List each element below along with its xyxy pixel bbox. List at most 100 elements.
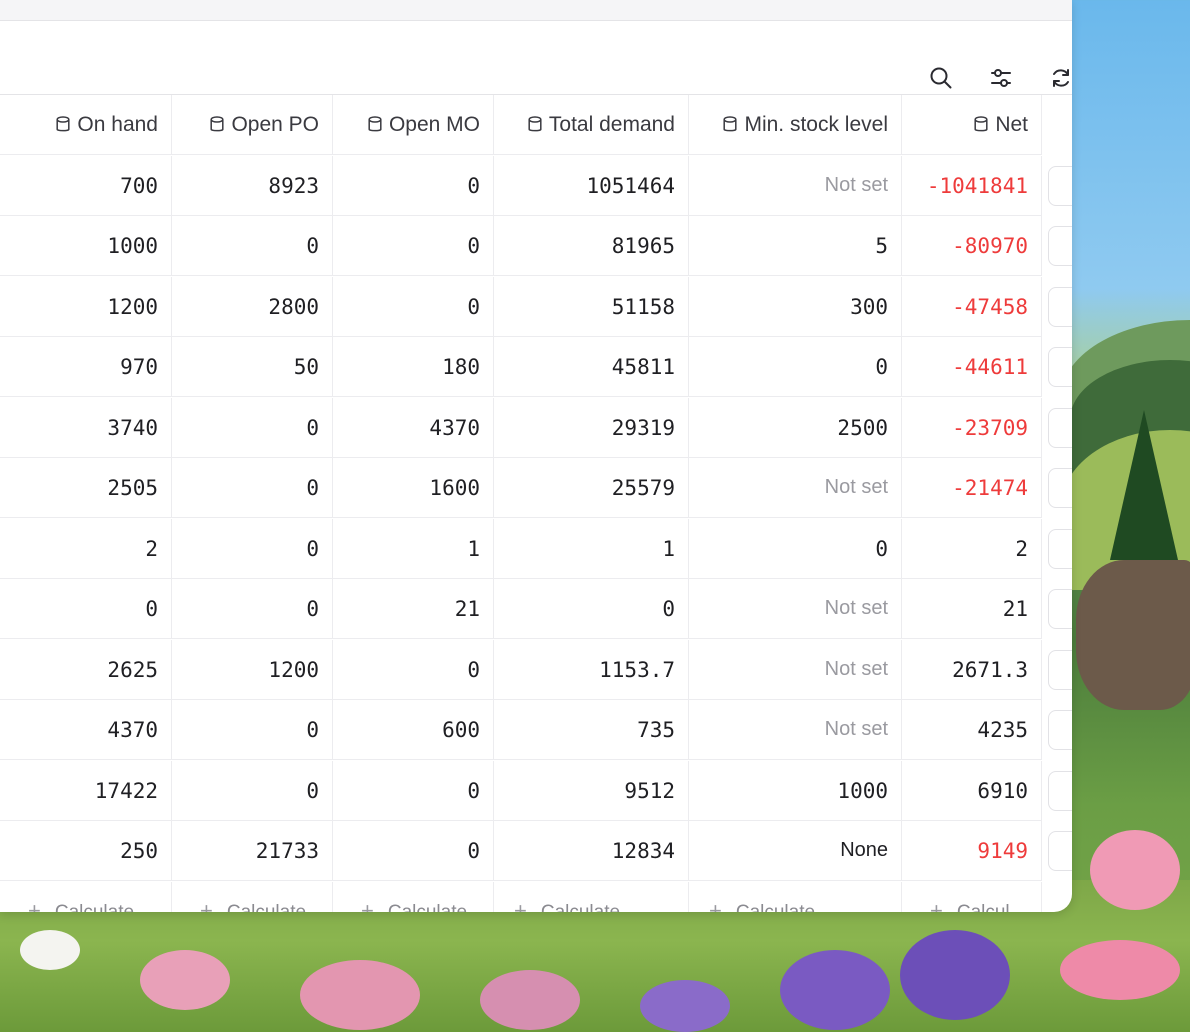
cell-min-stock[interactable]: 2500 <box>689 398 902 458</box>
cell-min-stock[interactable]: Not set <box>689 579 902 639</box>
row-action-cell[interactable] <box>1048 650 1072 690</box>
table-row[interactable]: 3740 0 4370 29319 2500 -23709 <box>0 398 1072 459</box>
cell-net[interactable]: -44611 <box>902 337 1042 397</box>
cell-open-po[interactable]: 0 <box>172 761 333 821</box>
cell-total-demand[interactable]: 51158 <box>494 277 689 337</box>
cell-open-po[interactable]: 21733 <box>172 821 333 881</box>
cell-net[interactable]: 4235 <box>902 700 1042 760</box>
table-row[interactable]: 700 8923 0 1051464 Not set -1041841 <box>0 156 1072 217</box>
cell-open-mo[interactable]: 0 <box>333 821 494 881</box>
row-action-cell[interactable] <box>1048 166 1072 206</box>
table-row[interactable]: 201102 <box>0 519 1072 580</box>
cell-net[interactable]: 6910 <box>902 761 1042 821</box>
cell-min-stock[interactable]: 1000 <box>689 761 902 821</box>
cell-on-hand[interactable]: 2625 <box>0 640 172 700</box>
cell-net[interactable]: 2671.3 <box>902 640 1042 700</box>
table-row[interactable]: 4370 0 600 735 Not set 4235 <box>0 700 1072 761</box>
cell-open-mo[interactable]: 21 <box>333 579 494 639</box>
cell-open-po[interactable]: 2800 <box>172 277 333 337</box>
cell-min-stock[interactable]: Not set <box>689 156 902 216</box>
cell-open-mo[interactable]: 0 <box>333 216 494 276</box>
cell-net[interactable]: -80970 <box>902 216 1042 276</box>
row-action-cell[interactable] <box>1048 771 1072 811</box>
cell-total-demand[interactable]: 1 <box>494 519 689 579</box>
table-row[interactable]: 0 0 21 0 Not set 21 <box>0 579 1072 640</box>
cell-on-hand[interactable]: 2505 <box>0 458 172 518</box>
cell-open-po[interactable]: 0 <box>172 519 333 579</box>
row-action-cell[interactable] <box>1048 589 1072 629</box>
calculate-button[interactable]: + Calculate <box>494 882 689 912</box>
cell-on-hand[interactable]: 1200 <box>0 277 172 337</box>
cell-open-mo[interactable]: 180 <box>333 337 494 397</box>
column-header-open-po[interactable]: Open PO <box>172 95 333 155</box>
table-row[interactable]: 2505 0 1600 25579 Not set -21474 <box>0 458 1072 519</box>
column-header-on-hand[interactable]: On hand <box>0 95 172 155</box>
cell-total-demand[interactable]: 12834 <box>494 821 689 881</box>
cell-on-hand[interactable]: 0 <box>0 579 172 639</box>
cell-total-demand[interactable]: 81965 <box>494 216 689 276</box>
cell-on-hand[interactable]: 4370 <box>0 700 172 760</box>
cell-on-hand[interactable]: 700 <box>0 156 172 216</box>
cell-total-demand[interactable]: 25579 <box>494 458 689 518</box>
calculate-button[interactable]: + Calculate <box>689 882 902 912</box>
cell-min-stock[interactable]: Not set <box>689 458 902 518</box>
cell-open-mo[interactable]: 4370 <box>333 398 494 458</box>
cell-net[interactable]: 21 <box>902 579 1042 639</box>
cell-open-mo[interactable]: 1600 <box>333 458 494 518</box>
cell-open-mo[interactable]: 600 <box>333 700 494 760</box>
calculate-button[interactable]: + Calculate <box>0 882 172 912</box>
cell-net[interactable]: -23709 <box>902 398 1042 458</box>
row-action-cell[interactable] <box>1048 529 1072 569</box>
row-action-cell[interactable] <box>1048 710 1072 750</box>
cell-min-stock[interactable]: Not set <box>689 640 902 700</box>
cell-total-demand[interactable]: 0 <box>494 579 689 639</box>
row-action-cell[interactable] <box>1048 408 1072 448</box>
cell-total-demand[interactable]: 9512 <box>494 761 689 821</box>
cell-total-demand[interactable]: 1051464 <box>494 156 689 216</box>
cell-open-po[interactable]: 1200 <box>172 640 333 700</box>
cell-net[interactable]: -1041841 <box>902 156 1042 216</box>
cell-open-po[interactable]: 0 <box>172 398 333 458</box>
cell-open-mo[interactable]: 0 <box>333 156 494 216</box>
cell-min-stock[interactable]: 0 <box>689 337 902 397</box>
cell-total-demand[interactable]: 735 <box>494 700 689 760</box>
cell-total-demand[interactable]: 1153.7 <box>494 640 689 700</box>
cell-open-po[interactable]: 8923 <box>172 156 333 216</box>
refresh-button[interactable] <box>1046 63 1072 93</box>
calculate-button[interactable]: + Calculate <box>172 882 333 912</box>
cell-open-mo[interactable]: 1 <box>333 519 494 579</box>
cell-open-mo[interactable]: 0 <box>333 277 494 337</box>
cell-on-hand[interactable]: 250 <box>0 821 172 881</box>
cell-min-stock[interactable]: 0 <box>689 519 902 579</box>
cell-net[interactable]: -21474 <box>902 458 1042 518</box>
cell-min-stock[interactable]: 5 <box>689 216 902 276</box>
search-button[interactable] <box>926 63 956 93</box>
table-row[interactable]: 250 21733 0 12834 None 9149 <box>0 821 1072 882</box>
cell-total-demand[interactable]: 29319 <box>494 398 689 458</box>
cell-min-stock[interactable]: None <box>689 821 902 881</box>
row-action-cell[interactable] <box>1048 831 1072 871</box>
cell-on-hand[interactable]: 3740 <box>0 398 172 458</box>
cell-open-mo[interactable]: 0 <box>333 640 494 700</box>
row-action-cell[interactable] <box>1048 226 1072 266</box>
cell-on-hand[interactable]: 17422 <box>0 761 172 821</box>
cell-open-po[interactable]: 0 <box>172 216 333 276</box>
table-row[interactable]: 970 50 180 45811 0 -44611 <box>0 337 1072 398</box>
cell-total-demand[interactable]: 45811 <box>494 337 689 397</box>
column-header-min-stock-level[interactable]: Min. stock level <box>689 95 902 155</box>
cell-on-hand[interactable]: 1000 <box>0 216 172 276</box>
cell-net[interactable]: 2 <box>902 519 1042 579</box>
cell-net[interactable]: -47458 <box>902 277 1042 337</box>
cell-open-po[interactable]: 0 <box>172 579 333 639</box>
column-header-open-mo[interactable]: Open MO <box>333 95 494 155</box>
column-header-total-demand[interactable]: Total demand <box>494 95 689 155</box>
cell-on-hand[interactable]: 970 <box>0 337 172 397</box>
cell-min-stock[interactable]: 300 <box>689 277 902 337</box>
column-header-net[interactable]: Net <box>902 95 1042 155</box>
table-row[interactable]: 17422 0 0 9512 1000 6910 <box>0 761 1072 822</box>
cell-on-hand[interactable]: 2 <box>0 519 172 579</box>
table-row[interactable]: 1000 0 0 81965 5 -80970 <box>0 216 1072 277</box>
cell-open-mo[interactable]: 0 <box>333 761 494 821</box>
table-row[interactable]: 1200 2800 0 51158 300 -47458 <box>0 277 1072 338</box>
table-row[interactable]: 2625 1200 0 1153.7 Not set 2671.3 <box>0 640 1072 701</box>
